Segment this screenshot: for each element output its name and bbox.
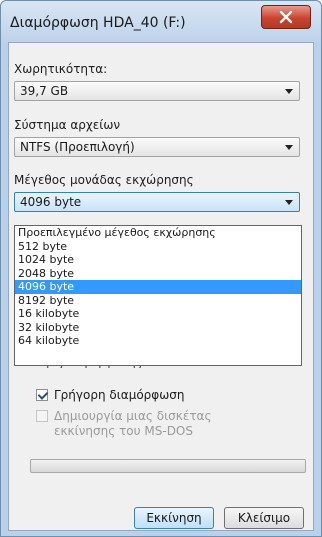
allocation-dropdown-list[interactable]: Προεπιλεγμένο μέγεθος εκχώρησης 512 byte… <box>14 225 302 366</box>
capacity-combo[interactable]: 39,7 GB <box>14 81 300 101</box>
format-progress-bar <box>30 459 306 473</box>
allocation-option[interactable]: 2048 byte <box>15 267 301 281</box>
allocation-value: 4096 byte <box>20 195 82 209</box>
chevron-down-icon <box>285 145 293 150</box>
close-x-icon <box>279 10 293 24</box>
msdos-disk-checkbox <box>36 410 48 422</box>
capacity-value: 39,7 GB <box>20 84 69 98</box>
window-title: Διαμόρφωση HDA_40 (F:) <box>10 15 186 31</box>
start-button[interactable]: Εκκίνηση <box>134 507 214 529</box>
allocation-option[interactable]: 512 byte <box>15 240 301 254</box>
allocation-option[interactable]: 8192 byte <box>15 294 301 308</box>
chevron-down-icon <box>285 89 293 94</box>
filesystem-value: NTFS (Προεπιλογή) <box>20 140 135 154</box>
allocation-label: Μέγεθος μονάδας εκχώρησης <box>14 173 194 187</box>
allocation-option[interactable]: 64 kilobyte <box>15 334 301 348</box>
allocation-option-selected[interactable]: 4096 byte <box>15 280 301 294</box>
chevron-down-icon <box>285 200 293 205</box>
msdos-disk-label: Δημιουργία μιας δισκέτας εκκίνησης του M… <box>54 409 212 438</box>
allocation-option[interactable]: 16 kilobyte <box>15 307 301 321</box>
title-bar[interactable]: Διαμόρφωση HDA_40 (F:) <box>1 1 321 43</box>
quick-format-label: Γρήγορη διαμόρφωση <box>54 388 185 402</box>
capacity-label: Χωρητικότητα: <box>14 62 108 76</box>
allocation-option[interactable]: 32 kilobyte <box>15 321 301 335</box>
filesystem-label: Σύστημα αρχείων <box>14 118 121 132</box>
allocation-option[interactable]: Προεπιλεγμένο μέγεθος εκχώρησης <box>15 226 301 240</box>
close-window-button[interactable] <box>261 5 311 29</box>
quick-format-checkbox-row[interactable]: Γρήγορη διαμόρφωση <box>36 388 184 402</box>
quick-format-checkbox[interactable] <box>36 389 48 401</box>
allocation-combo[interactable]: 4096 byte <box>14 192 300 212</box>
allocation-option[interactable]: 1024 byte <box>15 253 301 267</box>
close-button[interactable]: Κλείσιμο <box>224 507 304 529</box>
msdos-disk-checkbox-row: Δημιουργία μιας δισκέτας εκκίνησης του M… <box>36 409 274 439</box>
filesystem-combo[interactable]: NTFS (Προεπιλογή) <box>14 137 300 157</box>
